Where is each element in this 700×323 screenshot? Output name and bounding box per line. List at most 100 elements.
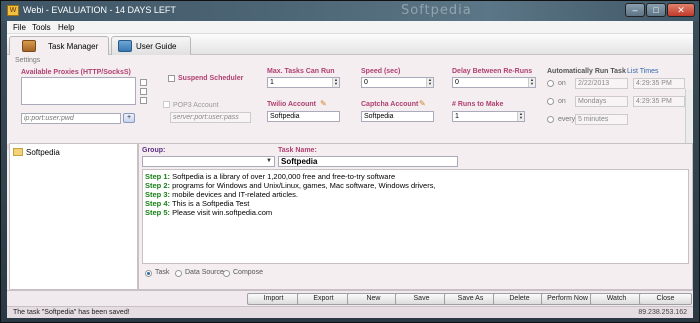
status-ip: 89.238.253.162	[638, 309, 687, 316]
status-bar: The task "Softpedia" has been saved! 89.…	[7, 306, 693, 318]
max-tasks-stepper[interactable]: 1 ▲ ▼	[267, 77, 340, 88]
pop3-checkbox[interactable]	[163, 101, 170, 108]
pop3-label: POP3 Account	[173, 102, 219, 109]
auto-run-day-select[interactable]: Mondays	[575, 96, 628, 107]
tree-item[interactable]: Softpedia	[13, 148, 60, 157]
max-tasks-label: Max. Tasks Can Run	[267, 68, 335, 75]
step-number: Step 4:	[145, 199, 171, 208]
auto-run-on-label: on	[558, 80, 566, 87]
menu-tools[interactable]: Tools	[32, 23, 51, 32]
save-as-button[interactable]: Save As	[444, 293, 497, 305]
mode-data-source-radio[interactable]	[175, 270, 182, 277]
captcha-label: Captcha Account	[361, 101, 419, 108]
suspend-scheduler-label: Suspend Scheduler	[178, 75, 244, 82]
tab-task-manager[interactable]: Task Manager	[9, 36, 109, 55]
auto-run-on-day-radio[interactable]	[547, 98, 554, 105]
suspend-scheduler-checkbox[interactable]	[168, 75, 175, 82]
speed-stepper[interactable]: 0 ▲ ▼	[361, 77, 434, 88]
delete-button[interactable]: Delete	[493, 293, 546, 305]
tab-strip: Task Manager User Guide	[7, 34, 693, 55]
auto-run-time-input-1[interactable]: 4:29:35 PM	[633, 78, 685, 89]
step-number: Step 3:	[145, 190, 171, 199]
proxies-list[interactable]	[21, 77, 136, 105]
step-line: Step 1: Softpedia is a library of over 1…	[145, 172, 395, 181]
tab-label: User Guide	[136, 42, 177, 51]
app-icon: W	[7, 5, 19, 16]
export-button[interactable]: Export	[297, 293, 350, 305]
proxy-input[interactable]: ip:port:user:pwd	[21, 113, 121, 124]
action-button-bar: Import Export New Save Save As Delete Pe…	[7, 290, 693, 306]
list-times-link[interactable]: List Times	[627, 68, 659, 75]
spin-arrows-icon[interactable]: ▲ ▼	[332, 78, 339, 87]
task-editor-pane: Group: ▼ Task Name: Softpedia Step 1: So…	[138, 143, 693, 290]
maximize-button[interactable]: □	[646, 3, 666, 17]
steps-editor[interactable]: Step 1: Softpedia is a library of over 1…	[142, 169, 689, 264]
step-number: Step 5:	[145, 208, 171, 217]
pop3-input[interactable]: server:port:user:pass	[170, 112, 251, 123]
spin-arrows-icon[interactable]: ▲ ▼	[426, 78, 433, 87]
pencil-icon[interactable]: ✎	[419, 100, 427, 108]
auto-run-label: Automatically Run Task	[547, 68, 626, 75]
auto-run-every-label: every	[558, 116, 576, 123]
delay-label: Delay Between Re-Runs	[452, 68, 533, 75]
mode-selector: Task Data Source Compose	[142, 268, 689, 280]
proxy-checkbox-2[interactable]	[140, 88, 147, 95]
minimize-button[interactable]: –	[625, 3, 645, 17]
delay-stepper[interactable]: 0 ▲ ▼	[452, 77, 536, 88]
menu-help[interactable]: Help	[58, 23, 74, 32]
new-button[interactable]: New	[347, 293, 400, 305]
watch-button[interactable]: Watch	[590, 293, 643, 305]
task-tree-pane: Softpedia	[9, 143, 138, 290]
max-tasks-value: 1	[270, 79, 274, 86]
step-text: programs for Windows and Unix/Linux, gam…	[172, 181, 436, 190]
mode-compose-label: Compose	[233, 269, 263, 276]
spin-arrows-icon[interactable]: ▲ ▼	[517, 112, 524, 121]
task-name-input[interactable]: Softpedia	[278, 156, 458, 167]
step-number: Step 1:	[145, 172, 171, 181]
app-window: W Webi - EVALUATION - 14 DAYS LEFT Softp…	[0, 0, 700, 323]
save-button[interactable]: Save	[395, 293, 448, 305]
add-proxy-button[interactable]: +	[123, 113, 135, 123]
mode-task-radio[interactable]	[145, 270, 152, 277]
step-text: Softpedia is a library of over 1,200,000…	[172, 172, 396, 181]
group-label: Group:	[142, 147, 166, 154]
twilio-label: Twilio Account	[267, 101, 316, 108]
auto-run-interval-select[interactable]: 5 minutes	[575, 114, 628, 125]
twilio-input[interactable]: Softpedia	[267, 111, 340, 122]
import-button[interactable]: Import	[247, 293, 300, 305]
proxies-label: Available Proxies (HTTP/SocksS)	[21, 69, 131, 76]
perform-now-button[interactable]: Perform Now	[541, 293, 594, 305]
pencil-icon[interactable]: ✎	[320, 100, 328, 108]
mode-data-source-label: Data Source	[185, 269, 224, 276]
auto-run-date-input[interactable]: 2/22/2013	[575, 78, 628, 89]
auto-run-on-label: on	[558, 98, 566, 105]
runs-to-make-stepper[interactable]: 1 ▲ ▼	[452, 111, 525, 122]
delay-value: 0	[455, 79, 459, 86]
spin-arrows-icon[interactable]: ▲ ▼	[528, 78, 535, 87]
tab-user-guide[interactable]: User Guide	[111, 36, 191, 55]
menu-file[interactable]: File	[13, 23, 26, 32]
auto-run-every-radio[interactable]	[547, 116, 554, 123]
tree-item-label: Softpedia	[26, 148, 60, 157]
guide-icon	[118, 40, 132, 52]
step-line: Step 3: mobile devices and IT-related ar…	[145, 190, 298, 199]
close-window-button[interactable]: ✕	[667, 3, 695, 17]
tab-label: Task Manager	[48, 42, 99, 51]
step-line: Step 2: programs for Windows and Unix/Li…	[145, 181, 436, 190]
close-button[interactable]: Close	[639, 293, 692, 305]
status-message: The task "Softpedia" has been saved!	[13, 309, 130, 316]
task-name-label: Task Name:	[278, 147, 317, 154]
step-text: This is a Softpedia Test	[171, 199, 250, 208]
mode-compose-radio[interactable]	[223, 270, 230, 277]
chevron-down-icon[interactable]: ▼	[266, 158, 272, 164]
proxy-checkbox-1[interactable]	[140, 79, 147, 86]
auto-run-on-date-radio[interactable]	[547, 80, 554, 87]
proxy-checkbox-3[interactable]	[140, 97, 147, 104]
settings-label: Settings	[15, 57, 41, 64]
auto-run-time-input-2[interactable]: 4:29:35 PM	[633, 96, 685, 107]
group-select[interactable]: ▼	[142, 156, 275, 167]
runs-to-make-label: # Runs to Make	[452, 101, 504, 108]
step-text: mobile devices and IT-related articles.	[172, 190, 299, 199]
title-bar[interactable]: W Webi - EVALUATION - 14 DAYS LEFT Softp…	[1, 1, 699, 21]
captcha-input[interactable]: Softpedia	[361, 111, 434, 122]
